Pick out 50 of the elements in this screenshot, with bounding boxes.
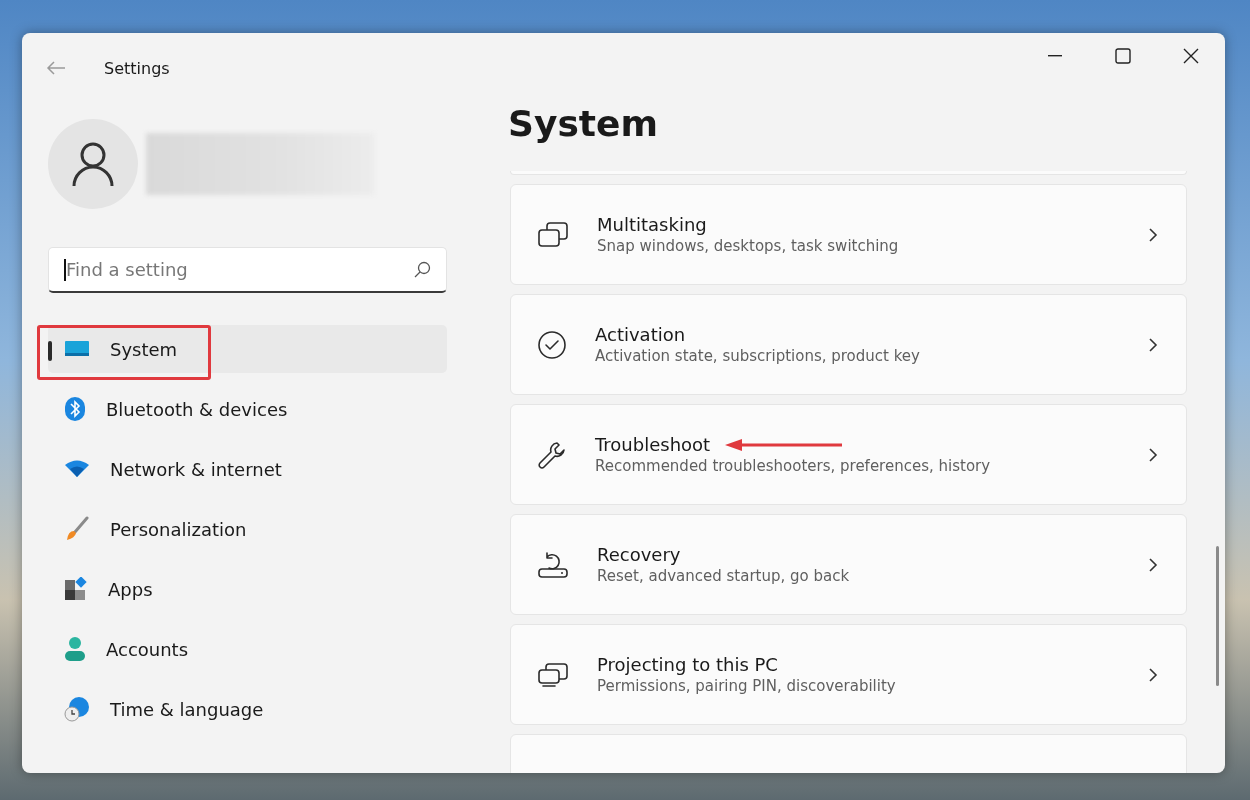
maximize-icon (1115, 48, 1131, 64)
scrollbar[interactable] (1216, 546, 1219, 686)
nav-item[interactable]: Network & internet (48, 445, 447, 493)
person-icon (64, 636, 86, 662)
settings-card[interactable]: Projecting to this PC Permissions, pairing PIN, discoverability (510, 624, 1187, 725)
settings-card[interactable]: Activation Activation state, subscriptions, product key (510, 294, 1187, 395)
card-title: Activation (595, 324, 686, 345)
card-title: Recovery (597, 544, 681, 565)
chevron-right-icon (1148, 446, 1158, 463)
search-field[interactable]: Find a setting (48, 247, 447, 293)
minimize-icon (1048, 55, 1062, 57)
card-subtitle: Permissions, pairing PIN, discoverability (597, 677, 896, 695)
windows-stack-icon (537, 220, 569, 249)
card-title: Multitasking (597, 214, 707, 235)
settings-card[interactable]: Troubleshoot Recommended troubleshooters, preferences, history (510, 404, 1187, 505)
card-subtitle: Recommended troubleshooters, preferences, history (595, 457, 991, 475)
card-title: Troubleshoot (595, 434, 711, 455)
wrench-icon (537, 439, 567, 470)
person-icon (71, 141, 115, 187)
recovery-icon (537, 550, 569, 579)
page-title: System (508, 103, 659, 142)
paintbrush-icon (64, 516, 90, 542)
nav-item[interactable]: Bluetooth & devices (48, 385, 447, 433)
card-subtitle: Snap windows, desktops, task switching (597, 237, 899, 255)
text-cursor (64, 259, 66, 281)
card-title: Projecting to this PC (597, 654, 778, 675)
nav-item[interactable]: Time & language (48, 685, 447, 733)
projector-screens-icon (537, 660, 569, 689)
chevron-right-icon (1148, 336, 1158, 353)
wifi-icon (64, 459, 90, 479)
card-subtitle: Reset, advanced startup, go back (597, 567, 850, 585)
display-icon (64, 339, 90, 359)
settings-card[interactable]: Recovery Reset, advanced startup, go back (510, 514, 1187, 615)
close-icon (1183, 48, 1199, 64)
apps-icon (64, 577, 88, 601)
nav-item[interactable]: Accounts (48, 625, 447, 673)
settings-card[interactable]: Multitasking Snap windows, desktops, task switching (510, 184, 1187, 285)
back-arrow-icon[interactable] (46, 60, 66, 76)
nav-item[interactable]: System (48, 325, 447, 373)
window-title: Settings (104, 58, 170, 78)
search-icon (413, 261, 431, 279)
chevron-right-icon (1148, 666, 1158, 683)
chevron-right-icon (1148, 556, 1158, 573)
globe-clock-icon (64, 696, 90, 722)
card-subtitle: Activation state, subscriptions, product key (595, 347, 920, 365)
nav-item[interactable]: Personalization (48, 505, 447, 553)
bluetooth-icon (64, 396, 86, 422)
check-circle-icon (537, 329, 567, 360)
nav-item[interactable]: Apps (48, 565, 447, 613)
chevron-right-icon (1148, 226, 1158, 243)
